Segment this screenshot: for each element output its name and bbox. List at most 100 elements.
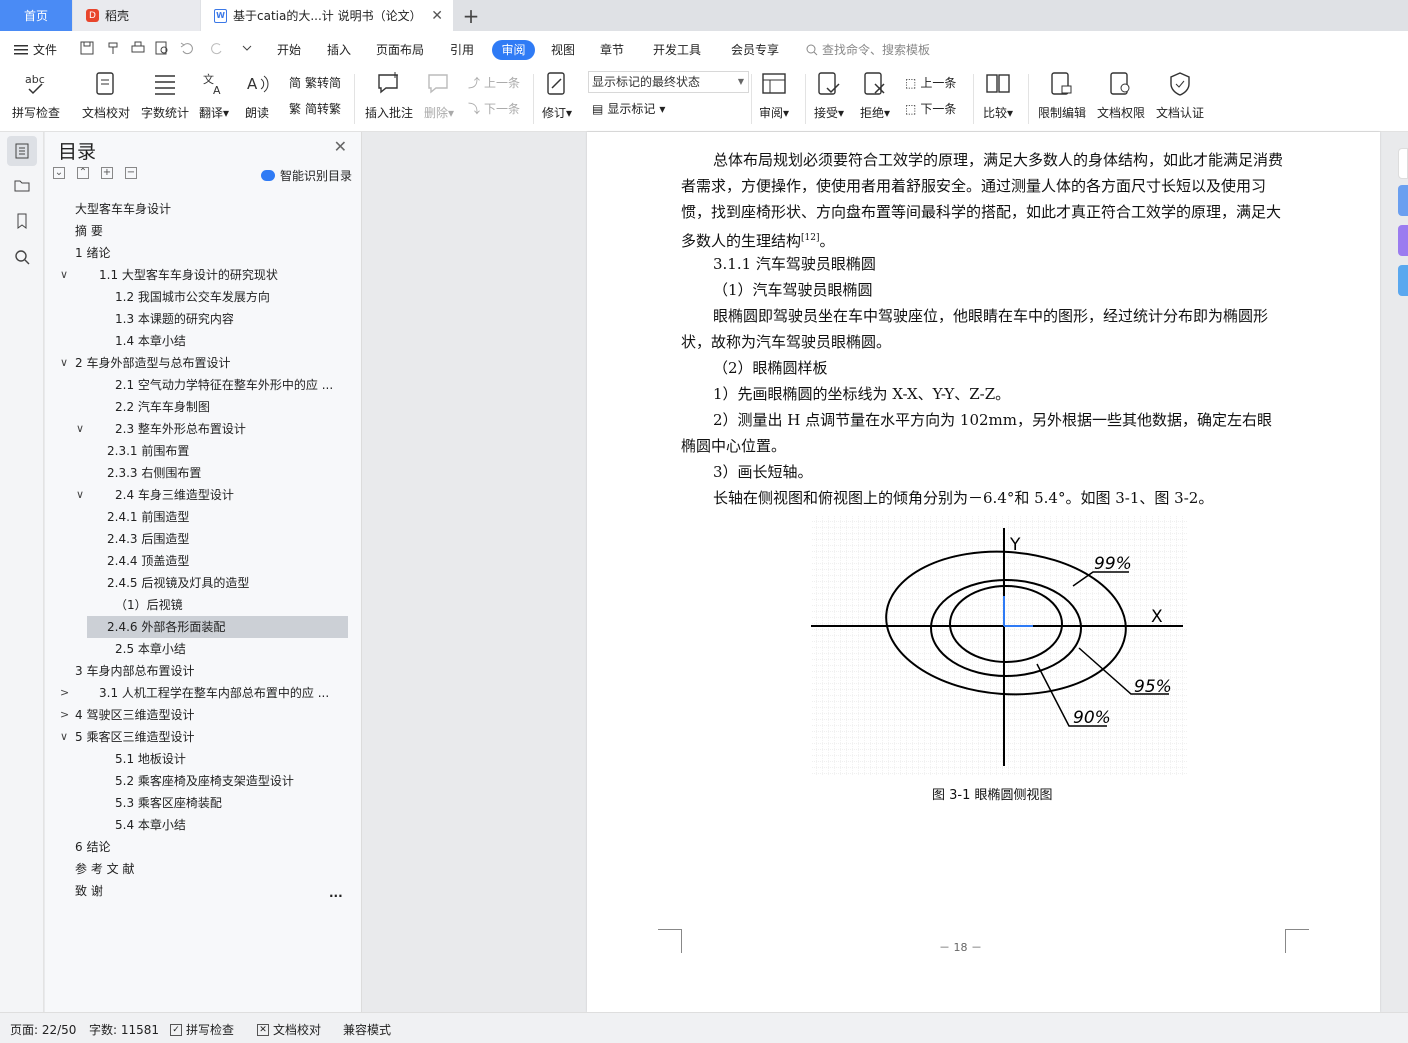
close-icon[interactable]: ✕ bbox=[334, 137, 347, 156]
toc-item[interactable]: 1.2 我国城市公交车发展方向 bbox=[115, 286, 270, 308]
toc-item[interactable]: 参 考 文 献 bbox=[75, 858, 134, 880]
reject-button[interactable]: 拒绝▾ bbox=[860, 70, 890, 121]
toc-item[interactable]: 1.1 大型客车车身设计的研究现状 bbox=[99, 264, 278, 286]
accept-button[interactable]: 接受▾ bbox=[814, 70, 844, 121]
menu-insert[interactable]: 插入 bbox=[327, 41, 351, 58]
menu-view[interactable]: 视图 bbox=[551, 41, 575, 58]
chevron-right-icon[interactable]: > bbox=[60, 682, 72, 704]
chevron-right-icon[interactable]: > bbox=[60, 704, 72, 726]
chevron-down-icon[interactable]: ∨ bbox=[60, 352, 72, 374]
translate-button[interactable]: 文A 翻译▾ bbox=[199, 70, 229, 121]
toc-item[interactable]: 2.4.6 外部各形面装配 bbox=[87, 616, 348, 638]
toc-item[interactable]: 3 车身内部总布置设计 bbox=[75, 660, 194, 682]
menu-page-layout[interactable]: 页面布局 bbox=[376, 41, 424, 58]
toc-item[interactable]: 2.5 本章小结 bbox=[115, 638, 186, 660]
bookmark-panel-button[interactable] bbox=[7, 206, 37, 236]
menu-review[interactable]: 审阅 bbox=[492, 40, 535, 60]
toc-item[interactable]: 2.2 汽车车身制图 bbox=[115, 396, 210, 418]
more-icon[interactable]: ... bbox=[329, 882, 343, 904]
toc-item[interactable]: 2.4 车身三维造型设计 bbox=[115, 484, 234, 506]
read-aloud-button[interactable]: A 朗读 bbox=[244, 70, 270, 121]
menu-start[interactable]: 开始 bbox=[277, 41, 301, 58]
track-changes-button[interactable]: 修订▾ bbox=[542, 70, 572, 121]
format-painter-icon[interactable] bbox=[106, 41, 120, 55]
redo-icon[interactable] bbox=[210, 41, 224, 55]
new-tab-button[interactable]: + bbox=[461, 0, 481, 31]
toc-item[interactable]: 致 谢 bbox=[75, 880, 103, 902]
proofread-status[interactable]: ✕ 文档校对 bbox=[257, 1021, 321, 1038]
toc-item[interactable]: 5.2 乘客座椅及座椅支架造型设计 bbox=[115, 770, 294, 792]
toc-item[interactable]: 1.4 本章小结 bbox=[115, 330, 186, 352]
print-icon[interactable] bbox=[131, 41, 145, 55]
side-tool-button[interactable] bbox=[1398, 265, 1408, 296]
menu-developer[interactable]: 开发工具 bbox=[653, 41, 701, 58]
toc-item[interactable]: 5.4 本章小结 bbox=[115, 814, 186, 836]
command-search[interactable]: 查找命令、搜索模板 bbox=[806, 41, 930, 58]
toc-item[interactable]: 5 乘客区三维造型设计 bbox=[75, 726, 194, 748]
side-tool-button[interactable] bbox=[1398, 148, 1408, 179]
chevron-down-icon[interactable]: ∨ bbox=[76, 418, 88, 440]
customize-toolbar-icon[interactable] bbox=[240, 41, 254, 55]
word-count-button[interactable]: 字数统计 bbox=[141, 70, 189, 121]
side-tool-button[interactable] bbox=[1398, 185, 1408, 216]
toc-item[interactable]: 5.1 地板设计 bbox=[115, 748, 186, 770]
doc-permission-button[interactable]: 文档权限 bbox=[1097, 70, 1145, 121]
next-change-button[interactable]: ⬚ 下一条 bbox=[905, 100, 956, 117]
prev-comment-button[interactable]: ⤴ 上一条 bbox=[468, 74, 520, 91]
expand-all-icon[interactable]: ⌃ bbox=[77, 167, 89, 179]
restrict-editing-button[interactable]: 限制编辑 bbox=[1038, 70, 1086, 121]
delete-comment-button[interactable]: 删除▾ bbox=[424, 70, 454, 121]
find-panel-button[interactable] bbox=[7, 242, 37, 272]
toc-item[interactable]: 1 绪论 bbox=[75, 242, 110, 264]
toc-item[interactable]: 2 车身外部造型与总布置设计 bbox=[75, 352, 230, 374]
display-mode-select[interactable]: 显示标记的最终状态 ▼ bbox=[588, 71, 749, 93]
trad-to-simp-button[interactable]: 简繁转简 bbox=[289, 74, 341, 91]
page-indicator[interactable]: 页面: 22/50 bbox=[10, 1021, 76, 1038]
tab-daoke[interactable]: D 稻壳 bbox=[73, 0, 200, 31]
smart-toc-button[interactable]: 智能识别目录 bbox=[260, 167, 352, 184]
toc-item[interactable]: 2.1 空气动力学特征在整车外形中的应 ... bbox=[115, 374, 333, 396]
review-pane-button[interactable]: 审阅▾ bbox=[759, 70, 789, 121]
tab-document[interactable]: W 基于catia的大...计 说明书（论文） ✕ bbox=[201, 0, 453, 31]
toc-item[interactable]: 2.4.3 后围造型 bbox=[107, 528, 189, 550]
spell-check-button[interactable]: abc 拼写检查 bbox=[12, 70, 60, 121]
close-tab-icon[interactable]: ✕ bbox=[431, 8, 443, 24]
doc-proofread-button[interactable]: 文档校对 bbox=[82, 70, 130, 121]
chevron-down-icon[interactable]: ∨ bbox=[60, 264, 72, 286]
spell-check-status[interactable]: ✓ 拼写检查 bbox=[170, 1021, 234, 1038]
toc-item[interactable]: 2.4.5 后视镜及灯具的造型 bbox=[107, 572, 249, 594]
file-menu[interactable]: 文件 bbox=[14, 41, 57, 58]
prev-change-button[interactable]: ⬚ 上一条 bbox=[905, 74, 956, 91]
undo-icon[interactable] bbox=[180, 41, 194, 55]
side-tool-button[interactable] bbox=[1398, 225, 1408, 256]
insert-comment-button[interactable]: 插入批注 bbox=[365, 70, 413, 121]
doc-certify-button[interactable]: 文档认证 bbox=[1156, 70, 1204, 121]
menu-member[interactable]: 会员专享 bbox=[731, 41, 779, 58]
toc-item[interactable]: 1.3 本课题的研究内容 bbox=[115, 308, 234, 330]
nav-panel-button[interactable] bbox=[7, 170, 37, 200]
toc-item[interactable]: 2.3.1 前围布置 bbox=[107, 440, 189, 462]
toc-item[interactable]: 2.4.1 前围造型 bbox=[107, 506, 189, 528]
add-heading-icon[interactable]: + bbox=[101, 167, 113, 179]
toc-item[interactable]: 摘 要 bbox=[75, 220, 103, 242]
toc-item[interactable]: （1）后视镜 bbox=[115, 594, 183, 616]
toc-item[interactable]: 5.3 乘客区座椅装配 bbox=[115, 792, 222, 814]
toc-item[interactable]: 2.3.3 右侧围布置 bbox=[107, 462, 201, 484]
next-comment-button[interactable]: ⤵ 下一条 bbox=[468, 100, 520, 117]
remove-heading-icon[interactable]: − bbox=[125, 167, 137, 179]
chevron-down-icon[interactable]: ∨ bbox=[76, 484, 88, 506]
toc-item[interactable]: 2.4.4 顶盖造型 bbox=[107, 550, 189, 572]
toc-item[interactable]: 3.1 人机工程学在整车内部总布置中的应 ... bbox=[99, 682, 329, 704]
compare-button[interactable]: 比较▾ bbox=[983, 70, 1013, 121]
toc-item[interactable]: 6 结论 bbox=[75, 836, 110, 858]
tab-home[interactable]: 首页 bbox=[0, 0, 72, 31]
print-preview-icon[interactable] bbox=[155, 41, 169, 55]
collapse-all-icon[interactable]: ⌄ bbox=[53, 167, 65, 179]
menu-chapter[interactable]: 章节 bbox=[600, 41, 624, 58]
toc-panel-button[interactable] bbox=[7, 136, 37, 166]
toc-item[interactable]: 大型客车车身设计 bbox=[75, 198, 171, 220]
simp-to-trad-button[interactable]: 繁简转繁 bbox=[289, 100, 341, 117]
menu-references[interactable]: 引用 bbox=[450, 41, 474, 58]
save-icon[interactable] bbox=[80, 41, 94, 55]
toc-item[interactable]: 4 驾驶区三维造型设计 bbox=[75, 704, 194, 726]
